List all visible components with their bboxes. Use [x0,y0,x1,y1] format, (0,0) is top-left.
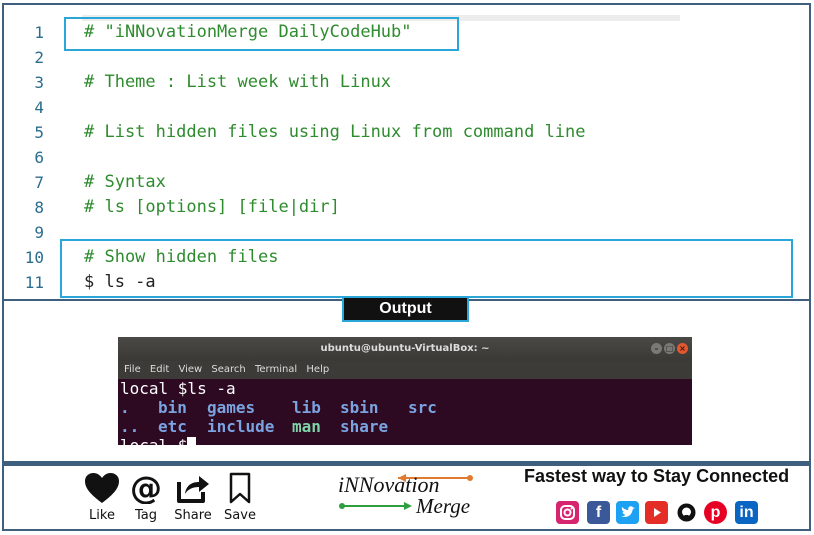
code-comment: # Show hidden files [84,247,279,267]
like-label: Like [89,508,115,523]
terminal-titlebar: ubuntu@ubuntu-VirtualBox: ~ – □ × [118,337,692,361]
save-label: Save [224,508,256,523]
code-line: 5 # List hidden files using Linux from c… [2,120,811,145]
linkedin-icon[interactable]: in [735,501,758,524]
code-line: 4 [2,95,811,120]
code-editor: 1 # "iNNovationMerge DailyCodeHub" 2 3 #… [2,3,811,299]
pinterest-icon[interactable]: p [704,501,727,524]
line-number: 9 [34,223,44,242]
menu-edit[interactable]: Edit [150,364,169,375]
code-line: 7 # Syntax [2,170,811,195]
code-line: 2 [2,45,811,70]
menu-file[interactable]: File [124,364,141,375]
line-number: 7 [34,173,44,192]
instagram-icon[interactable] [556,501,579,524]
code-comment: # "iNNovationMerge DailyCodeHub" [84,22,412,42]
terminal-listing-row: .. etc include man share [120,417,692,436]
terminal-body[interactable]: local $ls -a . bin games lib sbin src ..… [118,379,692,445]
code-comment: # Syntax [84,172,166,192]
code-comment: # ls [options] [file|dir] [84,197,340,217]
at-icon: @ [130,472,162,504]
listing-entry: man [292,417,321,436]
listing-entry: bin [158,398,187,417]
output-label: Output [342,296,469,322]
code-line: 1 # "iNNovationMerge DailyCodeHub" [2,20,811,45]
menu-help[interactable]: Help [306,364,329,375]
heart-icon [85,473,119,503]
listing-entry: .. [120,417,140,436]
line-number: 8 [34,198,44,217]
terminal-current-prompt: local $ [120,436,692,445]
listing-entry: sbin [340,398,379,417]
code-line: 3 # Theme : List week with Linux [2,70,811,95]
menu-search[interactable]: Search [211,364,245,375]
listing-entry: etc [158,417,187,436]
line-number: 3 [34,73,44,92]
terminal-prompt-text: local $ [120,436,187,445]
terminal-window: ubuntu@ubuntu-VirtualBox: ~ – □ × File Edi… [118,337,692,445]
tag-button[interactable]: @ Tag [124,472,168,523]
youtube-icon[interactable] [645,501,668,524]
terminal-prompt-line: local $ls -a [120,379,236,398]
listing-entry: . [120,398,130,417]
maximize-icon[interactable]: □ [664,343,675,354]
listing-entry: src [408,398,437,417]
minimize-icon[interactable]: – [651,343,662,354]
logo-text-bottom: Merge [416,494,471,518]
line-number: 11 [24,273,44,292]
line-number: 1 [34,23,44,42]
innovationmerge-logo: iNNovation Merge [330,472,480,520]
listing-entry: lib [292,398,321,417]
terminal-cursor [187,437,197,445]
share-label: Share [174,508,212,523]
code-comment: # List hidden files using Linux from com… [84,122,586,142]
github-icon[interactable] [675,501,698,524]
share-button[interactable]: Share [171,472,215,523]
code-line: 11 $ ls -a [2,270,811,295]
save-button[interactable]: Save [218,472,262,523]
tag-label: Tag [134,508,157,523]
line-number: 10 [24,248,44,267]
code-line: 8 # ls [options] [file|dir] [2,195,811,220]
terminal-listing-row: . bin games lib sbin src [120,398,692,417]
twitter-icon[interactable] [616,501,639,524]
code-comment: # Theme : List week with Linux [84,72,392,92]
svg-text:@: @ [130,472,162,504]
like-button[interactable]: Like [80,472,124,523]
menu-terminal[interactable]: Terminal [255,364,297,375]
shell-command: $ ls -a [84,272,156,292]
listing-entry: include [207,417,275,436]
code-line: 9 [2,220,811,245]
menu-view[interactable]: View [178,364,202,375]
code-line: 6 [2,145,811,170]
code-line: 10 # Show hidden files [2,245,811,270]
window-controls: – □ × [649,343,688,355]
listing-entry: games [207,398,256,417]
listing-entry: share [340,417,389,436]
bookmark-icon [229,472,251,504]
terminal-title: ubuntu@ubuntu-VirtualBox: ~ [320,343,490,354]
line-number: 4 [34,98,44,117]
facebook-icon[interactable]: f [587,501,610,524]
line-number: 6 [34,148,44,167]
share-icon [177,476,209,503]
terminal-menubar: File Edit View Search Terminal Help [118,361,692,379]
close-icon[interactable]: × [677,343,688,354]
line-number: 2 [34,48,44,67]
connect-title: Fastest way to Stay Connected [524,466,790,486]
line-number: 5 [34,123,44,142]
